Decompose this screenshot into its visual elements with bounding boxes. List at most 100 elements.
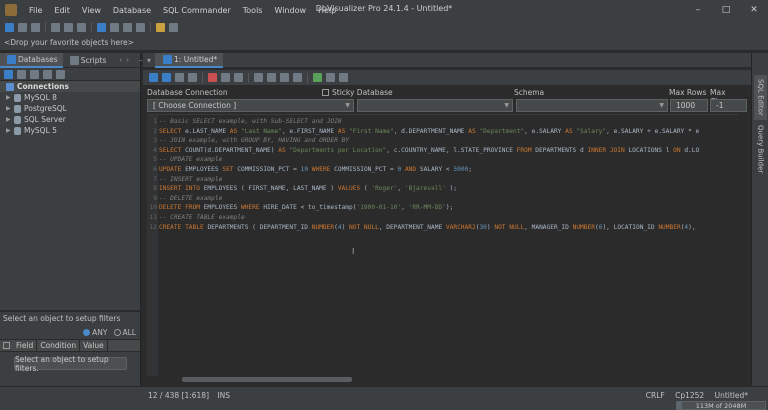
horizontal-scrollbar[interactable] [147, 376, 738, 383]
tab-query-builder-label: Query Builder [756, 125, 765, 174]
new-connection-icon[interactable] [5, 22, 14, 32]
tree-item-sql-server[interactable]: ▶ SQL Server [0, 114, 140, 125]
sql-editor[interactable]: 1 -- Basic SELECT example, with Sub-SELEC… [147, 114, 738, 376]
any-radio[interactable] [83, 328, 91, 336]
code-token: ; [468, 166, 473, 173]
tree-item-mysql-5[interactable]: ▶ MySQL 5 [0, 125, 140, 136]
tab-menu-icon[interactable]: ▾ [143, 56, 155, 65]
code-token: AS [337, 127, 350, 135]
execute-buffer-icon[interactable] [175, 73, 184, 82]
chevron-right-icon[interactable]: ▶ [6, 116, 14, 123]
chevron-right-icon[interactable]: ▶ [6, 94, 14, 101]
database-icon [14, 126, 21, 135]
tab-databases[interactable]: Databases [0, 52, 63, 68]
execute-current-icon[interactable] [162, 73, 171, 82]
menu-database[interactable]: Database [107, 6, 157, 15]
menu-view[interactable]: View [76, 6, 107, 15]
sticky-database-label: Sticky Database [332, 88, 393, 97]
new-sql-commander-icon[interactable] [97, 22, 106, 32]
setup-filters-button[interactable]: Select an object to setup filters. [14, 355, 127, 373]
match-mode: ANY ALL [0, 325, 140, 339]
maximize-button[interactable]: □ [712, 0, 740, 20]
comment-icon[interactable] [293, 73, 302, 82]
format-sql-icon[interactable] [280, 73, 289, 82]
open-file-icon[interactable] [110, 22, 119, 32]
menu-tools[interactable]: Tools [237, 6, 269, 15]
refresh-icon[interactable] [77, 22, 86, 32]
encoding[interactable]: Cp1252 [675, 391, 704, 400]
menu-sql-commander[interactable]: SQL Commander [157, 6, 237, 15]
disconnect-icon[interactable] [31, 22, 40, 32]
sticky-database-toggle[interactable]: Sticky Database [319, 88, 393, 97]
filter-select-all-checkbox[interactable] [3, 342, 10, 349]
tab-sql-editor[interactable]: SQL Editor [754, 75, 767, 120]
minimize-panel-icon[interactable]: – [139, 56, 143, 64]
minimize-button[interactable]: – [684, 0, 712, 20]
print-icon[interactable] [136, 22, 145, 32]
code-token: VARCHAR2 [445, 223, 476, 231]
tree-options-icon[interactable] [56, 69, 65, 79]
line-number: 5 [153, 156, 157, 164]
rollback-icon[interactable] [234, 73, 243, 82]
previous-sql-icon[interactable] [254, 73, 263, 82]
chevron-down-icon: ▼ [659, 102, 664, 109]
disconnect-all-icon[interactable] [64, 22, 73, 32]
scrollbar-thumb[interactable] [182, 377, 352, 382]
memory-text: 113M of 2048M [695, 401, 747, 410]
tab-untitled[interactable]: 1: Untitled* [155, 52, 224, 68]
code-token: AS [565, 127, 577, 135]
database-select[interactable]: ▼ [357, 99, 513, 112]
connection-select[interactable]: [ Choose Connection ] ▼ [147, 99, 354, 112]
toolbar-separator [202, 72, 203, 83]
refresh-tree-icon[interactable] [43, 69, 52, 79]
code-token: EMPLOYEES [185, 166, 223, 173]
line-ending[interactable]: CRLF [646, 391, 665, 400]
menu-file[interactable]: File [23, 6, 48, 15]
tab-query-builder[interactable]: Query Builder [754, 121, 767, 177]
tree-root-connections[interactable]: Connections [0, 81, 140, 92]
favorites-icon[interactable] [156, 22, 165, 32]
schema-select[interactable]: ▼ [516, 99, 668, 112]
all-radio[interactable] [113, 328, 121, 336]
properties-icon[interactable] [169, 22, 178, 32]
more-options-icon[interactable] [339, 73, 348, 82]
explain-plan-icon[interactable] [188, 73, 197, 82]
code-token: NOT NULL [494, 223, 525, 231]
max-chars-input[interactable]: -1 [710, 99, 747, 112]
commit-icon[interactable] [221, 73, 230, 82]
code-token: WHERE [240, 204, 264, 212]
tab-scripts-label: Scripts [80, 55, 107, 65]
chevron-right-icon[interactable]: › [126, 56, 129, 64]
collapse-icon[interactable] [17, 69, 26, 79]
stop-icon[interactable] [208, 73, 217, 82]
next-sql-icon[interactable] [267, 73, 276, 82]
code-text: UPDATE EMPLOYEES SET COMMISSION_PCT = 10… [158, 166, 472, 173]
code-token: NUMBER [311, 223, 335, 231]
editor-tabs: ▾ 1: Untitled* [143, 52, 751, 68]
auto-commit-icon[interactable] [313, 73, 322, 82]
tree-item-postgresql[interactable]: ▶ PostgreSQL [0, 103, 140, 114]
menu-edit[interactable]: Edit [48, 6, 76, 15]
execute-icon[interactable] [149, 73, 158, 82]
save-icon[interactable] [123, 22, 132, 32]
tree-item-mysql-8[interactable]: ▶ MySQL 8 [0, 92, 140, 103]
chevron-right-icon[interactable]: ▶ [6, 105, 14, 112]
sticky-database-checkbox[interactable] [322, 89, 329, 96]
line-number: 1 [153, 118, 157, 125]
connect-icon[interactable] [18, 22, 27, 32]
filter-icon[interactable] [30, 69, 39, 79]
reconnect-icon[interactable] [51, 22, 60, 32]
toolbar-separator [150, 22, 151, 32]
chevron-left-icon[interactable]: ‹ [119, 56, 122, 64]
save-sql-icon[interactable] [326, 73, 335, 82]
max-rows-input[interactable]: 1000 [670, 99, 708, 112]
chevron-right-icon[interactable]: ▶ [6, 127, 14, 134]
code-line: 5 -- UPDATE example [147, 155, 222, 165]
add-connection-icon[interactable] [4, 69, 13, 79]
left-tabs: Databases Scripts ‹ › – □ [0, 52, 153, 68]
memory-indicator[interactable]: 113M of 2048M [676, 401, 766, 410]
close-button[interactable]: ✕ [740, 0, 768, 20]
code-line: 12 CREATE TABLE DEPARTMENTS ( DEPARTMENT_… [147, 223, 696, 233]
tab-scripts[interactable]: Scripts [63, 53, 112, 68]
max-chars-value: -1 [716, 101, 724, 110]
